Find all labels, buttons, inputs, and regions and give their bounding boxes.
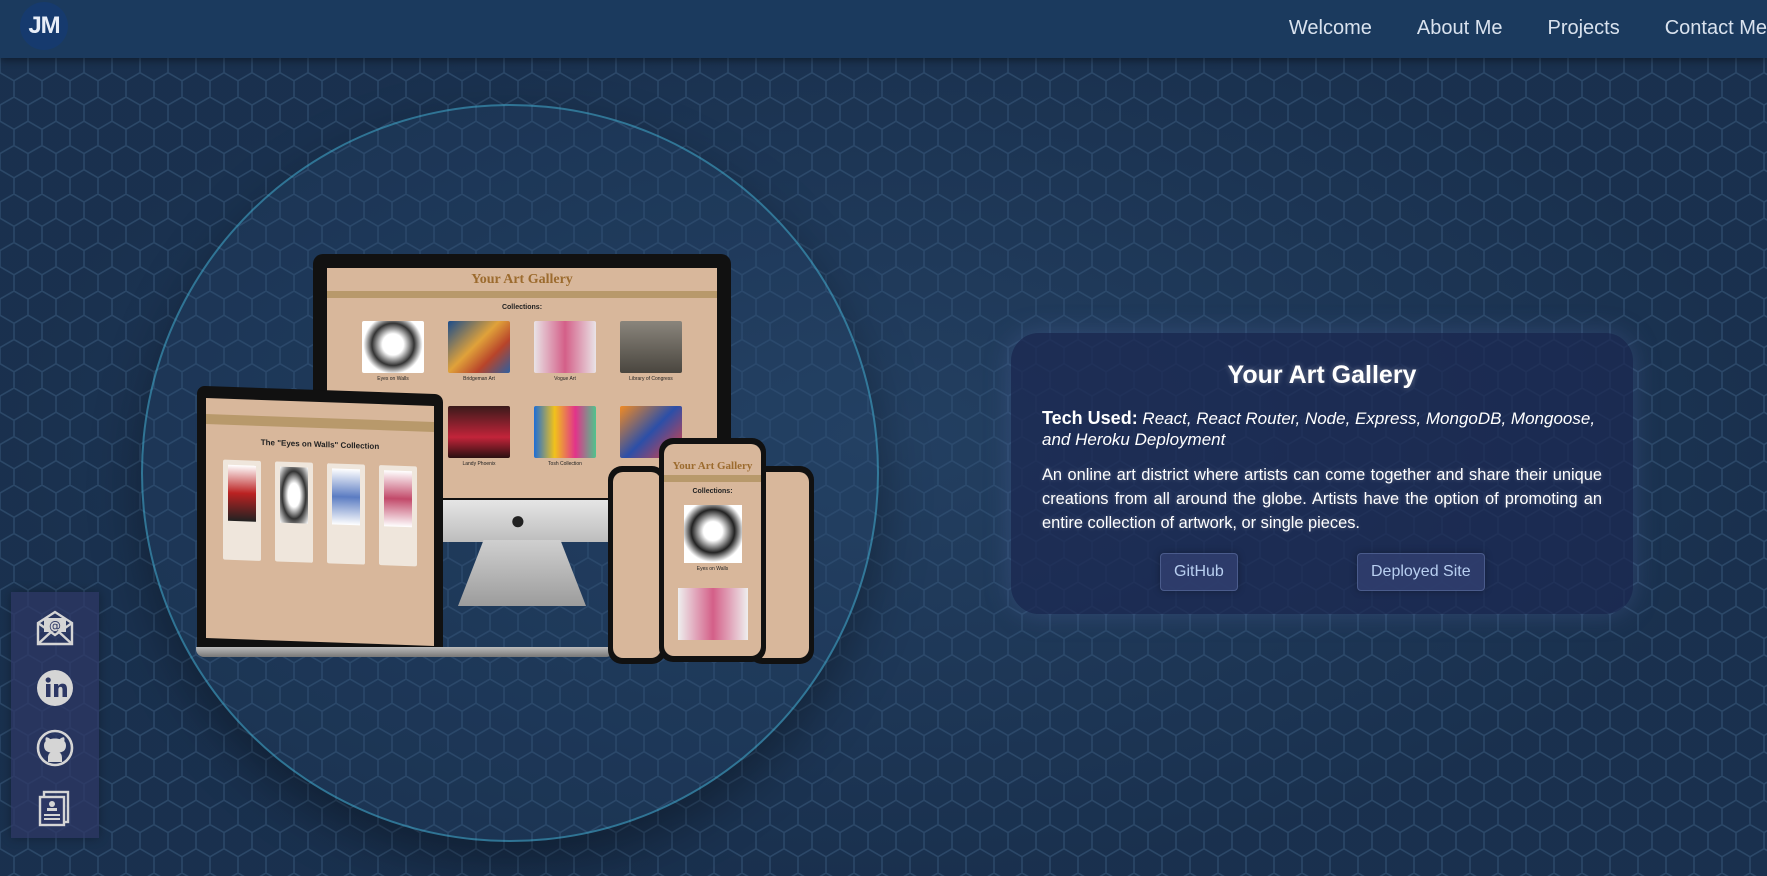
- collection-card: Library of Congress: [620, 321, 682, 382]
- collection-label: Tosh Collection: [548, 461, 582, 467]
- phone-collection-label: Eyes on Walls: [696, 566, 729, 572]
- collection-label: Library of Congress: [629, 376, 673, 382]
- artwork-thumbnail: [228, 464, 256, 522]
- navbar: JM Welcome About Me Projects Contact Me: [0, 0, 1767, 58]
- phone-mockup-front: Your Art Gallery Collections: Eyes on Wa…: [659, 438, 766, 662]
- project-card: Your Art Gallery Tech Used: React, React…: [1011, 333, 1633, 614]
- collection-thumbnail: [448, 321, 510, 373]
- artwork-thumbnail: [332, 468, 360, 526]
- phone-collection-thumbnail: [677, 588, 748, 640]
- laptop-collection-title: The "Eyes on Walls" Collection: [260, 437, 380, 452]
- collection-thumbnail: [448, 406, 510, 458]
- deployed-site-button[interactable]: Deployed Site: [1357, 553, 1485, 591]
- tech-used: Tech Used: React, React Router, Node, Ex…: [1042, 408, 1602, 450]
- collection-thumbnail: [534, 406, 596, 458]
- linkedin-icon[interactable]: [35, 668, 75, 708]
- artwork-thumbnail: [384, 470, 412, 528]
- artwork-card: [275, 461, 313, 563]
- collection-card: Tosh Collection: [534, 406, 596, 467]
- collection-label: Bridgeman Art: [463, 376, 495, 382]
- github-icon[interactable]: [35, 728, 75, 768]
- tech-used-label: Tech Used:: [1042, 408, 1138, 428]
- phone-gallery-navbar: [664, 475, 761, 482]
- social-sidebar: @: [11, 592, 99, 838]
- laptop-artwork-grid: [206, 459, 434, 567]
- nav-link-projects[interactable]: Projects: [1547, 17, 1619, 40]
- collection-card: Eyes on Walls: [362, 321, 424, 382]
- collection-label: Landy Phoenix: [462, 461, 496, 467]
- laptop-screen: The "Eyes on Walls" Collection: [206, 398, 434, 646]
- email-icon[interactable]: @: [35, 608, 75, 648]
- phone-back-screen: [613, 472, 661, 658]
- project-description: An online art district where artists can…: [1042, 466, 1602, 532]
- phone-mockup-back: [608, 466, 666, 664]
- nav-links: Welcome About Me Projects Contact Me: [1244, 0, 1767, 56]
- laptop-mockup: The "Eyes on Walls" Collection: [197, 385, 443, 657]
- apple-logo-icon: ●: [510, 505, 526, 535]
- collection-label: Vogue Art: [554, 376, 576, 382]
- resume-icon[interactable]: [35, 788, 75, 828]
- phone-gallery-title: Your Art Gallery: [672, 460, 753, 472]
- collection-card: Vogue Art: [534, 321, 596, 382]
- desktop-gallery-title: Your Art Gallery: [471, 272, 573, 287]
- collection-thumbnail: [362, 321, 424, 373]
- artwork-card: [327, 463, 365, 565]
- desktop-collections-heading: Collections:: [501, 304, 543, 311]
- collection-card: Bridgeman Art: [448, 321, 510, 382]
- collection-label: Eyes on Walls: [377, 376, 409, 382]
- svg-text:@: @: [49, 619, 61, 633]
- logo[interactable]: JM: [20, 2, 68, 50]
- laptop-gallery-navbar: [206, 414, 434, 432]
- artwork-card: [223, 459, 261, 561]
- laptop-base: [196, 647, 614, 657]
- artwork-card: [379, 465, 417, 567]
- phone-collection-thumbnail: [683, 505, 742, 563]
- collection-thumbnail: [534, 321, 596, 373]
- phone-collections-heading: Collections:: [692, 488, 733, 495]
- nav-link-about-me[interactable]: About Me: [1417, 17, 1503, 40]
- collection-thumbnail: [620, 321, 682, 373]
- project-title: Your Art Gallery: [1227, 361, 1417, 389]
- nav-link-contact-me[interactable]: Contact Me: [1665, 17, 1767, 40]
- desktop-gallery-navbar: [327, 291, 717, 298]
- nav-link-welcome[interactable]: Welcome: [1289, 17, 1372, 40]
- phone-front-screen: Your Art Gallery Collections: Eyes on Wa…: [664, 444, 761, 656]
- github-button[interactable]: GitHub: [1160, 553, 1238, 591]
- artwork-thumbnail: [280, 466, 308, 524]
- collection-card: Landy Phoenix: [448, 406, 510, 467]
